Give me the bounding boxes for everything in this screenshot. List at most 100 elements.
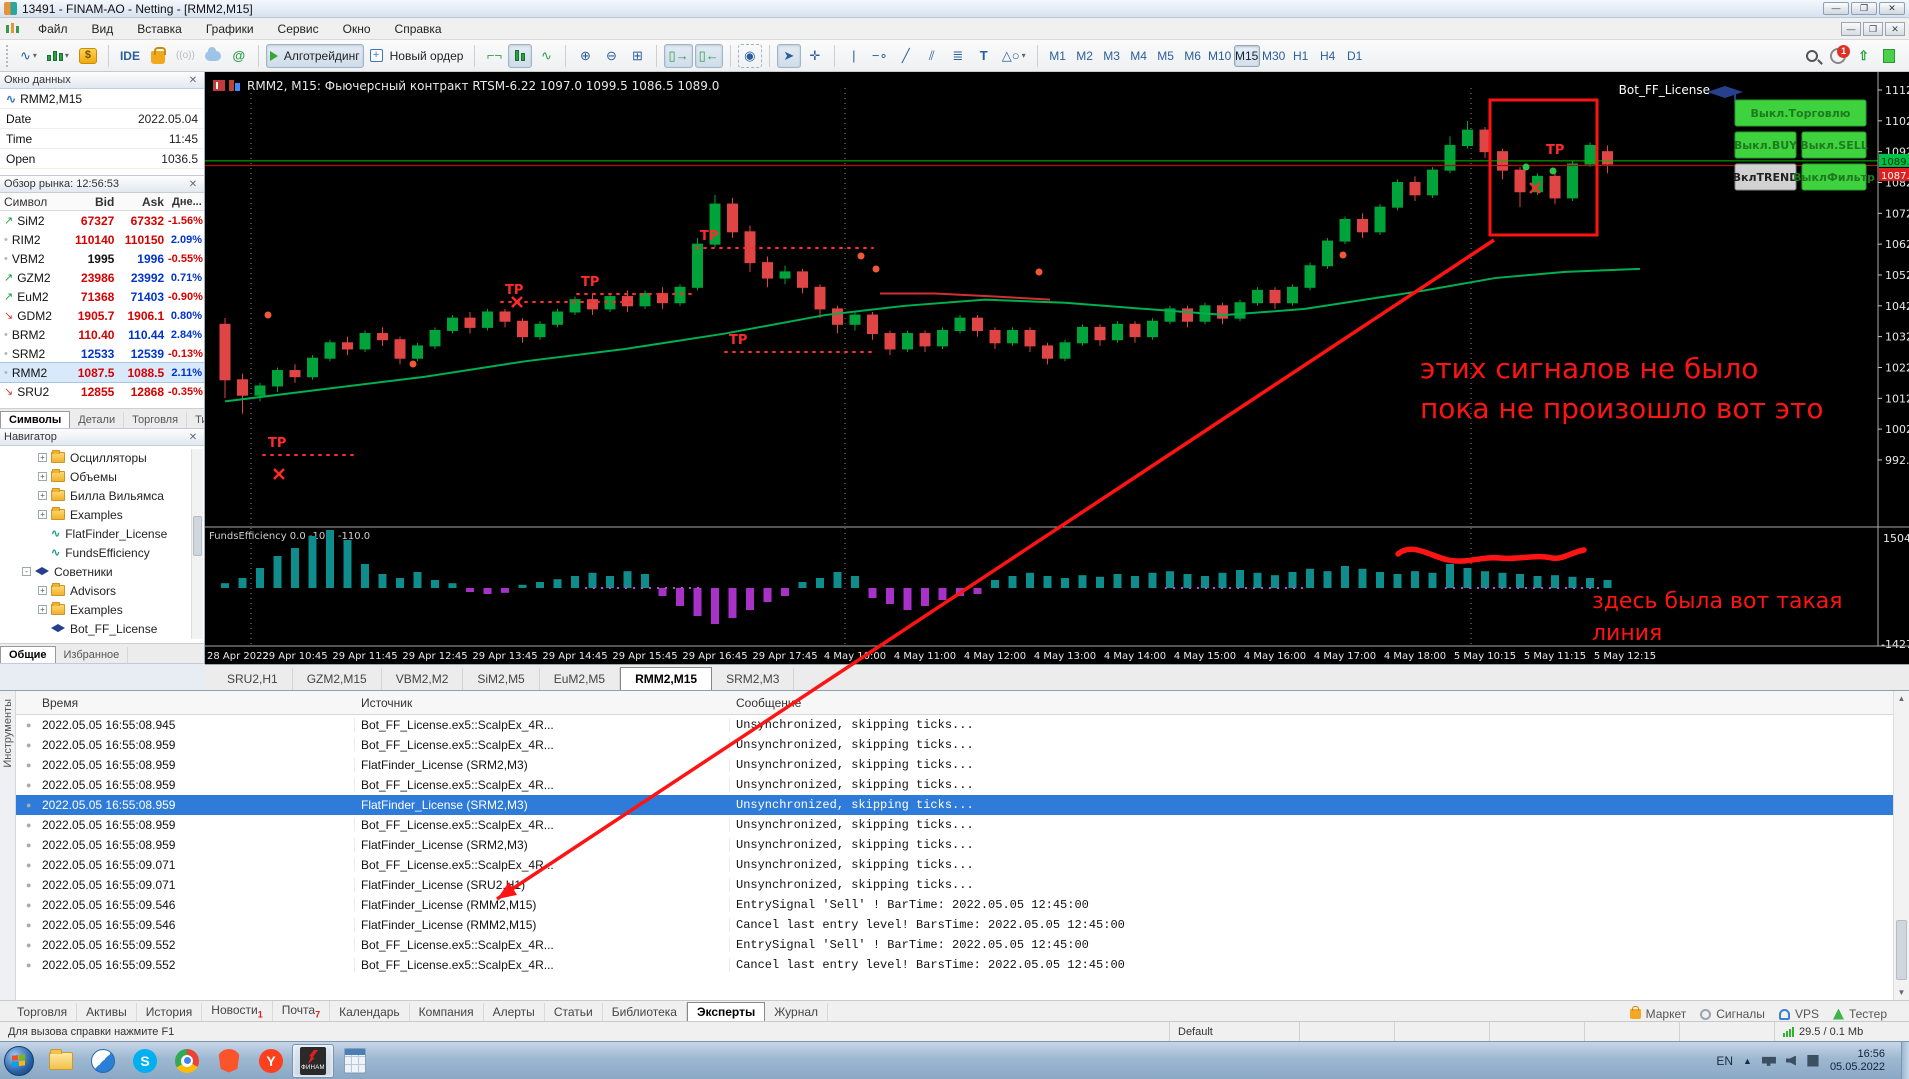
chart-tab-VBM2,M2[interactable]: VBM2,M2 — [382, 668, 464, 690]
close-icon[interactable]: ✕ — [186, 75, 200, 86]
timeframe-M6[interactable]: M6 — [1180, 45, 1206, 67]
show-desktop-button[interactable] — [1901, 1041, 1909, 1079]
timeframe-M4[interactable]: M4 — [1126, 45, 1152, 67]
toolbox-tab-Компания[interactable]: Компания — [410, 1003, 484, 1021]
candles-chart-icon[interactable] — [508, 43, 533, 68]
chart-tab-RMM2,M15[interactable]: RMM2,M15 — [620, 667, 713, 690]
market-row-GZM2[interactable]: ↗ GZM2 23986 23992 0.71% — [0, 268, 204, 287]
vps-upgrade-icon[interactable]: ⇧ — [1858, 48, 1869, 64]
zoom-in-icon[interactable]: ⊕ — [573, 44, 597, 68]
signals-broadcast-icon[interactable]: ((o)) — [172, 44, 199, 68]
menu-Справка[interactable]: Справка — [383, 19, 454, 39]
language-indicator[interactable]: EN — [1716, 1054, 1733, 1068]
log-row[interactable]: ● 2022.05.05 16:55:08.959 FlatFinder_Licen… — [16, 795, 1893, 815]
market-row-SRM2[interactable]: • SRM2 12533 12539 -0.13% — [0, 344, 204, 363]
market-row-GDM2[interactable]: ↘ GDM2 1905.7 1906.1 0.80% — [0, 306, 204, 325]
timeframe-M5[interactable]: M5 — [1153, 45, 1179, 67]
timeframe-M3[interactable]: M3 — [1099, 45, 1125, 67]
taskbar-brave[interactable] — [208, 1044, 250, 1078]
speaker-icon[interactable] — [1785, 1055, 1796, 1066]
chart-tab-SRM2,M3[interactable]: SRM2,M3 — [712, 668, 795, 690]
navigator-tab-Общие[interactable]: Общие — [0, 646, 56, 663]
toolbox-right-Сигналы[interactable]: Сигналы — [1700, 1007, 1765, 1021]
timeframe-M30[interactable]: M30 — [1261, 45, 1287, 67]
market-watch-tab-Торговля[interactable]: Торговля — [124, 412, 188, 428]
navigator-item-Examples[interactable]: + Examples — [0, 600, 204, 619]
timeframe-H4[interactable]: H4 — [1315, 45, 1341, 67]
chart-tab-SiM2,M5[interactable]: SiM2,M5 — [463, 668, 540, 690]
start-button[interactable] — [4, 1045, 34, 1076]
shapes-icon[interactable]: △○ ▾ — [998, 44, 1030, 68]
tile-windows-icon[interactable]: ⊞ — [625, 44, 649, 68]
chart-template-icon[interactable]: ▾ — [43, 44, 73, 68]
chart-area[interactable]: TP TP TP TP TP TP RMM2, M15: Фьючерсный контра… — [205, 72, 1909, 664]
log-row[interactable]: ● 2022.05.05 16:55:09.071 Bot_FF_License.e… — [16, 855, 1893, 875]
tree-expand-icon[interactable]: + — [38, 586, 47, 595]
toolbox-tab-Торговля[interactable]: Торговля — [8, 1003, 78, 1021]
market-row-VBM2[interactable]: • VBM2 1995 1996 -0.55% — [0, 249, 204, 268]
cursor-icon[interactable]: ➤ — [776, 43, 801, 68]
chart-tab-SRU2,H1[interactable]: SRU2,H1 — [213, 668, 293, 690]
timeframe-M10[interactable]: M10 — [1207, 45, 1233, 67]
shift-end-icon[interactable]: ▯→ — [664, 43, 693, 68]
channel-icon[interactable]: ⫽ — [920, 44, 944, 68]
price-chart[interactable]: TP TP TP TP TP TP RMM2, M15: Фьючерсный контра… — [205, 72, 1909, 664]
taskbar-downloader[interactable] — [82, 1044, 124, 1078]
navigator-item-Объемы[interactable]: + Объемы — [0, 467, 204, 486]
log-row[interactable]: ● 2022.05.05 16:55:09.552 Bot_FF_License.e… — [16, 935, 1893, 955]
navigator-item-Examples[interactable]: + Examples — [0, 505, 204, 524]
cloud-icon[interactable] — [201, 44, 225, 68]
display-tray-icon[interactable] — [1761, 1056, 1776, 1066]
timeframe-M2[interactable]: M2 — [1072, 45, 1098, 67]
tree-expand-icon[interactable]: + — [38, 453, 47, 462]
tree-expand-icon[interactable]: + — [38, 510, 47, 519]
navigator-item-FlatFinder_License[interactable]: ∿ FlatFinder_License — [0, 524, 204, 543]
menu-Вставка[interactable]: Вставка — [125, 19, 194, 39]
log-row[interactable]: ● 2022.05.05 16:55:09.546 FlatFinder_Licen… — [16, 915, 1893, 935]
device-tray-icon[interactable] — [1807, 1054, 1819, 1067]
log-row[interactable]: ● 2022.05.05 16:55:09.552 Bot_FF_License.e… — [16, 955, 1893, 975]
toolbox-tab-Статьи[interactable]: Статьи — [545, 1003, 603, 1021]
toolbox-tab-Новости[interactable]: Новости1 — [202, 1000, 273, 1021]
horizontal-line-icon[interactable]: −∘ — [868, 44, 892, 68]
timeframe-H1[interactable]: H1 — [1288, 45, 1314, 67]
chart-tab-GZM2,M15[interactable]: GZM2,M15 — [293, 668, 382, 690]
log-row[interactable]: ● 2022.05.05 16:55:08.959 Bot_FF_License.e… — [16, 775, 1893, 795]
zoom-out-icon[interactable]: ⊖ — [599, 44, 623, 68]
log-row[interactable]: ● 2022.05.05 16:55:08.959 FlatFinder_Licen… — [16, 755, 1893, 775]
dollar-icon[interactable]: $ — [75, 44, 101, 68]
log-row[interactable]: ● 2022.05.05 16:55:08.959 FlatFinder_Licen… — [16, 835, 1893, 855]
toolbox-tab-Календарь[interactable]: Календарь — [330, 1003, 410, 1021]
navigator-tab-Избранное[interactable]: Избранное — [56, 647, 129, 663]
toolbox-scrollbar[interactable]: ▲ ▼ — [1893, 691, 1909, 1000]
screenshot-icon[interactable]: ◉ — [737, 43, 762, 68]
mdi-minimize-button[interactable]: — — [1841, 21, 1861, 36]
taskbar-explorer[interactable] — [40, 1044, 82, 1078]
market-row-EuM2[interactable]: ↗ EuM2 71368 71403 -0.90% — [0, 287, 204, 306]
log-row[interactable]: ● 2022.05.05 16:55:08.945 Bot_FF_License.e… — [16, 715, 1893, 735]
taskbar-chrome[interactable] — [166, 1044, 208, 1078]
vertical-line-icon[interactable]: | — [842, 44, 866, 68]
mdi-restore-button[interactable]: ❐ — [1863, 21, 1883, 36]
toolbox-tab-Алерты[interactable]: Алерты — [484, 1003, 545, 1021]
toolbox-tab-Почта[interactable]: Почта7 — [273, 1000, 331, 1021]
mdi-close-button[interactable]: ✕ — [1885, 21, 1905, 36]
tree-expand-icon[interactable]: + — [38, 491, 47, 500]
market-row-RIM2[interactable]: • RIM2 110140 110150 2.09% — [0, 230, 204, 249]
andrews-pitchfork-icon[interactable]: ≣ — [946, 44, 970, 68]
taskbar-yandex[interactable]: Y — [250, 1044, 292, 1078]
chart-line-icon[interactable]: ∿ ▾ — [16, 44, 41, 68]
toolbox-tab-Активы[interactable]: Активы — [77, 1003, 137, 1021]
toolbox-tab-Эксперты[interactable]: Эксперты — [686, 1002, 766, 1021]
chart-tab-EuM2,M5[interactable]: EuM2,M5 — [540, 668, 621, 690]
crosshair-icon[interactable]: ✛ — [803, 44, 827, 68]
maximize-button[interactable]: ❐ — [1851, 2, 1877, 15]
market-row-BRM2[interactable]: • BRM2 110.40 110.44 2.84% — [0, 325, 204, 344]
market-row-SRU2[interactable]: ↘ SRU2 12855 12868 -0.35% — [0, 382, 204, 401]
tray-clock[interactable]: 16:56 05.05.2022 — [1830, 1048, 1885, 1074]
toolbox-right-VPS[interactable]: VPS — [1778, 1007, 1819, 1021]
close-icon[interactable]: ✕ — [186, 179, 200, 190]
trendline-icon[interactable]: ╱ — [894, 44, 918, 68]
log-row[interactable]: ● 2022.05.05 16:55:09.071 FlatFinder_Licen… — [16, 875, 1893, 895]
menu-Вид[interactable]: Вид — [80, 19, 126, 39]
